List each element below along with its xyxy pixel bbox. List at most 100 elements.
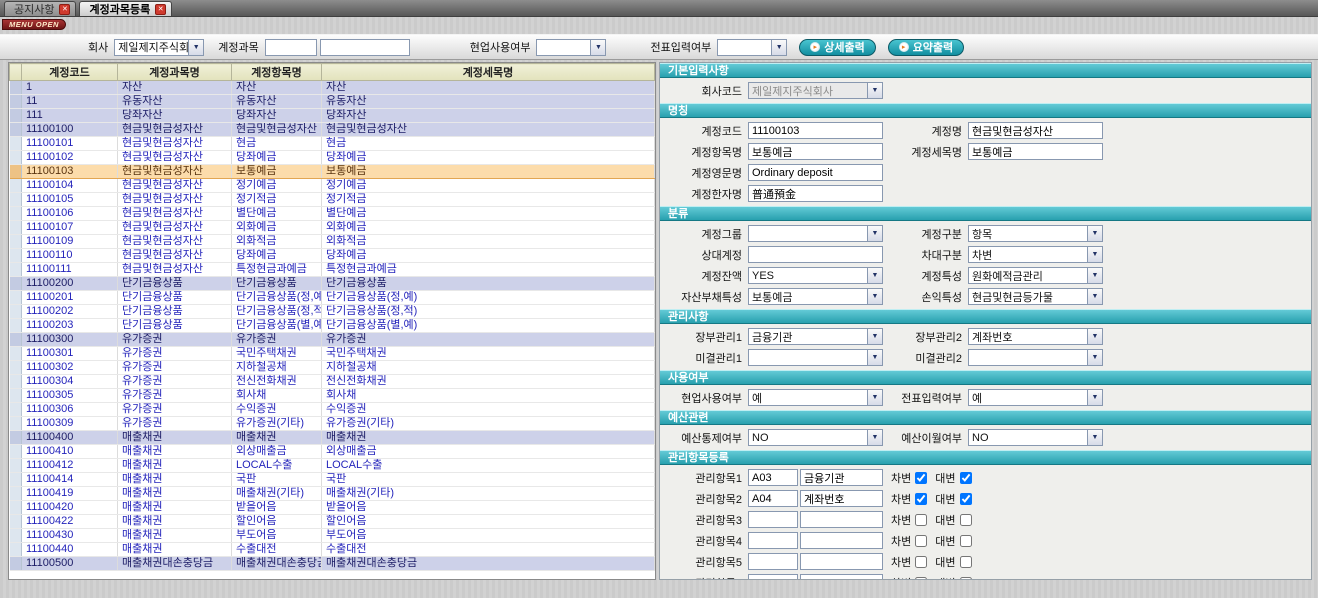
budget-carryover-select[interactable]: NO: [968, 429, 1103, 446]
account-name-input[interactable]: [320, 39, 410, 56]
table-cell[interactable]: 외상매출금: [322, 445, 655, 459]
table-cell[interactable]: 11100302: [22, 361, 118, 375]
table-cell[interactable]: 현금및현금성자산: [118, 221, 232, 235]
table-cell[interactable]: 11100440: [22, 543, 118, 557]
table-row[interactable]: 11100309유가증권유가증권(기타)유가증권(기타): [10, 417, 655, 431]
management-item-code-input[interactable]: [748, 490, 798, 507]
management-item-code-input[interactable]: [748, 532, 798, 549]
table-cell[interactable]: 유가증권: [118, 417, 232, 431]
table-cell[interactable]: 외상매출금: [232, 445, 322, 459]
table-cell[interactable]: 정기적금: [232, 193, 322, 207]
table-cell[interactable]: 유가증권: [118, 389, 232, 403]
table-cell[interactable]: 별단예금: [232, 207, 322, 221]
table-cell[interactable]: 수익증권: [232, 403, 322, 417]
table-cell[interactable]: 매출채권(기타): [232, 487, 322, 501]
menu-open-button[interactable]: MENU OPEN: [2, 19, 66, 30]
close-icon[interactable]: [155, 4, 166, 15]
debit-credit-division-select[interactable]: 차변: [968, 246, 1103, 263]
row-selector-cell[interactable]: [10, 193, 22, 207]
table-cell[interactable]: 지하철공채: [322, 361, 655, 375]
table-row[interactable]: 11100410매출채권외상매출금외상매출금: [10, 445, 655, 459]
row-selector-cell[interactable]: [10, 445, 22, 459]
management-item-name-input[interactable]: [800, 553, 883, 570]
detail-name-field[interactable]: [968, 143, 1103, 160]
management-item-code-input[interactable]: [748, 574, 798, 580]
table-cell[interactable]: 외화예금: [232, 221, 322, 235]
table-cell[interactable]: 수출대전: [232, 543, 322, 557]
table-cell[interactable]: 11100500: [22, 557, 118, 571]
table-cell[interactable]: 11100102: [22, 151, 118, 165]
table-cell[interactable]: 수익증권: [322, 403, 655, 417]
row-selector-cell[interactable]: [10, 207, 22, 221]
row-selector-cell[interactable]: [10, 347, 22, 361]
row-selector-cell[interactable]: [10, 123, 22, 137]
table-cell[interactable]: 11100109: [22, 235, 118, 249]
table-row[interactable]: 11100105현금및현금성자산정기적금정기적금: [10, 193, 655, 207]
tab-notice[interactable]: 공지사항: [4, 1, 76, 16]
account-trait-select[interactable]: 원화예적금관리: [968, 267, 1103, 284]
table-cell[interactable]: 11100420: [22, 501, 118, 515]
table-cell[interactable]: 유동자산: [232, 95, 322, 109]
table-cell[interactable]: 11100301: [22, 347, 118, 361]
table-row[interactable]: 11100400매출채권매출채권매출채권: [10, 431, 655, 445]
table-cell[interactable]: 자산: [232, 81, 322, 95]
item-name-field[interactable]: [748, 143, 883, 160]
table-cell[interactable]: 11100105: [22, 193, 118, 207]
table-cell[interactable]: 외화적금: [322, 235, 655, 249]
table-row[interactable]: 11100103현금및현금성자산보통예금보통예금: [10, 165, 655, 179]
table-row[interactable]: 11100500매출채권대손충당금매출채권대손충당금매출채권대손충당금: [10, 557, 655, 571]
table-cell[interactable]: 1: [22, 81, 118, 95]
table-cell[interactable]: 전신전화채권: [232, 375, 322, 389]
table-row[interactable]: 11100440매출채권수출대전수출대전: [10, 543, 655, 557]
row-selector-cell[interactable]: [10, 291, 22, 305]
table-cell[interactable]: 매출채권: [118, 487, 232, 501]
management-item-name-input[interactable]: [800, 532, 883, 549]
table-cell[interactable]: 11100100: [22, 123, 118, 137]
table-cell[interactable]: 당좌자산: [322, 109, 655, 123]
table-cell[interactable]: 유동자산: [322, 95, 655, 109]
tab-account-registration[interactable]: 계정과목등록: [79, 1, 172, 16]
table-cell[interactable]: 매출채권: [118, 445, 232, 459]
table-cell[interactable]: 유가증권: [118, 375, 232, 389]
row-selector-cell[interactable]: [10, 487, 22, 501]
table-cell[interactable]: 당좌예금: [232, 151, 322, 165]
table-cell[interactable]: 11100104: [22, 179, 118, 193]
row-selector-cell[interactable]: [10, 501, 22, 515]
table-cell[interactable]: 부도어음: [232, 529, 322, 543]
table-row[interactable]: 11100430매출채권부도어음부도어음: [10, 529, 655, 543]
table-cell[interactable]: 단기금융상품(정,적): [232, 305, 322, 319]
table-cell[interactable]: 유가증권: [322, 333, 655, 347]
table-row[interactable]: 11100300유가증권유가증권유가증권: [10, 333, 655, 347]
management-item-name-input[interactable]: [800, 511, 883, 528]
table-cell[interactable]: 국민주택채권: [322, 347, 655, 361]
row-selector-cell[interactable]: [10, 403, 22, 417]
account-division-select[interactable]: 항목: [968, 225, 1103, 242]
table-row[interactable]: 11100420매출채권받을어음받을어음: [10, 501, 655, 515]
row-selector-cell[interactable]: [10, 151, 22, 165]
credit-checkbox[interactable]: [960, 577, 972, 581]
table-row[interactable]: 11100412매출채권LOCAL수출LOCAL수출: [10, 459, 655, 473]
table-cell[interactable]: 외화적금: [232, 235, 322, 249]
slip-input-select[interactable]: [717, 39, 787, 56]
credit-checkbox[interactable]: [960, 514, 972, 526]
table-cell[interactable]: 현금: [232, 137, 322, 151]
table-cell[interactable]: 단기금융상품: [118, 277, 232, 291]
table-cell[interactable]: 매출채권: [232, 431, 322, 445]
table-row[interactable]: 11100304유가증권전신전화채권전신전화채권: [10, 375, 655, 389]
field-use-detail-select[interactable]: 예: [748, 389, 883, 406]
row-selector-cell[interactable]: [10, 263, 22, 277]
table-row[interactable]: 11100414매출채권국판국판: [10, 473, 655, 487]
table-row[interactable]: 111당좌자산당좌자산당좌자산: [10, 109, 655, 123]
row-selector-cell[interactable]: [10, 305, 22, 319]
profit-loss-trait-select[interactable]: 현금및현금등가물: [968, 288, 1103, 305]
table-row[interactable]: 11100110현금및현금성자산당좌예금당좌예금: [10, 249, 655, 263]
debit-checkbox[interactable]: [915, 556, 927, 568]
table-cell[interactable]: 11100414: [22, 473, 118, 487]
table-cell[interactable]: 11100412: [22, 459, 118, 473]
account-code-field[interactable]: [748, 122, 883, 139]
table-row[interactable]: 11100104현금및현금성자산정기예금정기예금: [10, 179, 655, 193]
table-row[interactable]: 11100302유가증권지하철공채지하철공채: [10, 361, 655, 375]
row-selector-cell[interactable]: [10, 81, 22, 95]
detail-print-button[interactable]: 상세출력: [799, 39, 875, 56]
table-row[interactable]: 11100101현금및현금성자산현금현금: [10, 137, 655, 151]
